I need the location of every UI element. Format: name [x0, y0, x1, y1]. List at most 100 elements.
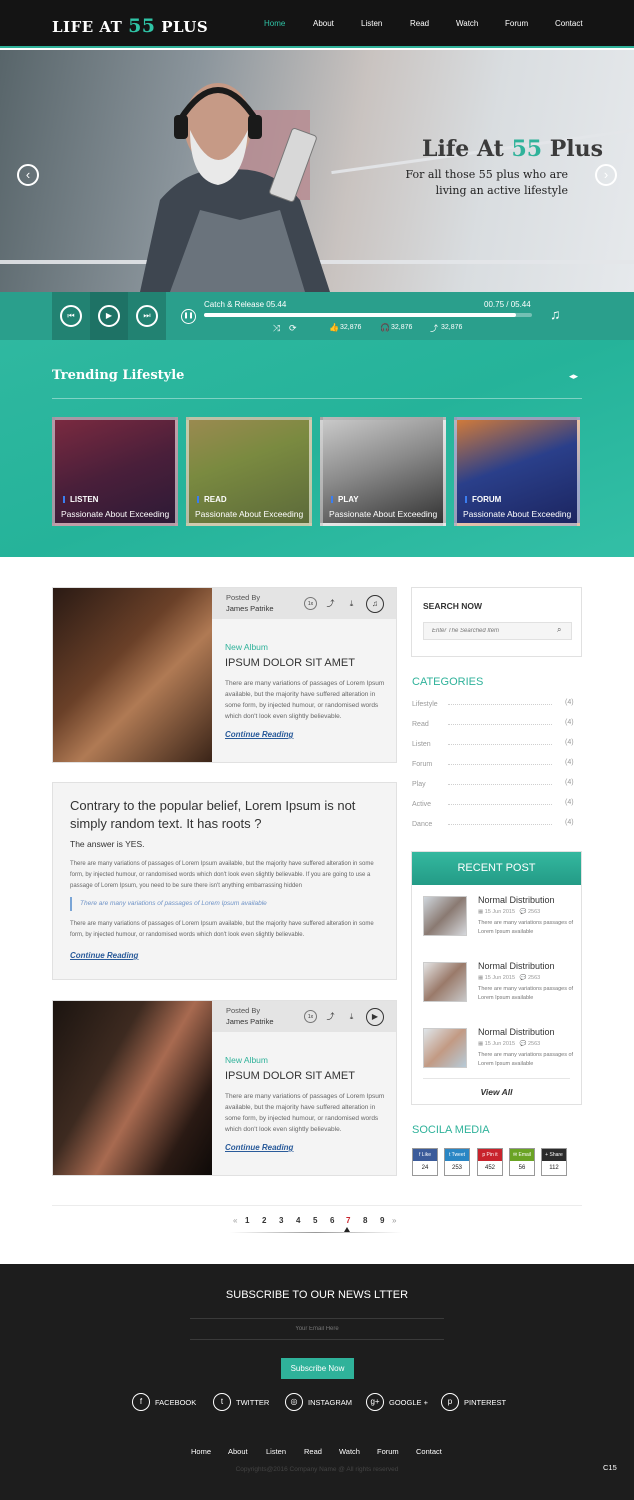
page-1[interactable]: 1 [245, 1216, 249, 1225]
search-input[interactable] [423, 622, 572, 640]
nav-forum[interactable]: Forum [505, 19, 528, 28]
category-read[interactable]: Read [412, 721, 429, 728]
download-icon[interactable]: ⤓ [345, 597, 358, 610]
footer-nav-watch[interactable]: Watch [339, 1447, 360, 1456]
category-play[interactable]: Play [412, 781, 426, 788]
hero-next-arrow-icon[interactable]: › [595, 164, 617, 186]
trend-card-listen[interactable]: LISTEN Passionate About Exceeding [52, 417, 178, 526]
recent-thumb[interactable] [423, 1028, 467, 1068]
share-icon[interactable]: ⤴ [324, 597, 337, 610]
recent-item-title[interactable]: Normal Distribution [478, 961, 555, 971]
recent-comments: 2563 [527, 1041, 541, 1047]
recent-thumb[interactable] [423, 896, 467, 936]
speed-icon[interactable]: 1x [304, 1010, 317, 1023]
trending-arrows-icon[interactable]: ◂▸ [569, 371, 578, 382]
continue-reading-link[interactable]: Continue Reading [70, 951, 138, 960]
tweet-button[interactable]: t Tweet 253 [444, 1148, 470, 1176]
repeat-icon[interactable]: ⟳ [289, 323, 297, 334]
page-6[interactable]: 6 [330, 1216, 334, 1225]
page-8[interactable]: 8 [363, 1216, 367, 1225]
nav-watch[interactable]: Watch [456, 19, 478, 28]
social-label: Share [549, 1152, 563, 1158]
trend-card-read[interactable]: READ Passionate About Exceeding [186, 417, 312, 526]
nav-about[interactable]: About [313, 19, 334, 28]
post-author: James Patrike [226, 604, 274, 613]
prev-track-button[interactable]: ⏮ [52, 292, 90, 340]
category-count: (4) [565, 799, 574, 806]
category-forum[interactable]: Forum [412, 761, 432, 768]
listens-count: 32,876 [391, 324, 413, 331]
category-leader [448, 804, 552, 805]
recent-item-title[interactable]: Normal Distribution [478, 895, 555, 905]
download-icon[interactable]: ⤓ [345, 1010, 358, 1023]
card-subtitle: Passionate About Exceeding [463, 509, 572, 519]
continue-reading-link[interactable]: Continue Reading [225, 1143, 293, 1152]
pin-it-button[interactable]: p Pin it 452 [477, 1148, 503, 1176]
continue-reading-link[interactable]: Continue Reading [225, 730, 293, 739]
page-9[interactable]: 9 [380, 1216, 384, 1225]
category-count: (4) [565, 779, 574, 786]
post-title[interactable]: IPSUM DOLOR SIT AMET [225, 657, 355, 669]
nav-listen[interactable]: Listen [361, 19, 382, 28]
trend-card-forum[interactable]: FORUM Passionate About Exceeding [454, 417, 580, 526]
nav-read[interactable]: Read [410, 19, 429, 28]
page-7-current[interactable]: 7 [346, 1216, 350, 1225]
page-2[interactable]: 2 [262, 1216, 266, 1225]
category-listen[interactable]: Listen [412, 741, 431, 748]
footer-nav-read[interactable]: Read [304, 1447, 322, 1456]
footer-nav-forum[interactable]: Forum [377, 1447, 399, 1456]
music-note-icon[interactable]: ♫ [550, 306, 561, 322]
footer-nav-contact[interactable]: Contact [416, 1447, 442, 1456]
article-paragraph-2: There are many variations of passages of… [70, 921, 374, 938]
share-button[interactable]: + Share 112 [541, 1148, 567, 1176]
category-leader [448, 704, 552, 705]
footer-nav-home[interactable]: Home [191, 1447, 211, 1456]
nav-home[interactable]: Home [264, 19, 285, 28]
subscribe-button[interactable]: Subscribe Now [281, 1358, 354, 1379]
play-icon[interactable]: ▶ [366, 1008, 384, 1026]
category-active[interactable]: Active [412, 801, 431, 808]
speed-icon[interactable]: 1x [304, 597, 317, 610]
instagram-icon: ◎ [285, 1393, 303, 1411]
play-button[interactable]: ▶ [90, 292, 128, 340]
post-title[interactable]: IPSUM DOLOR SIT AMET [225, 1070, 355, 1082]
likes-icon: 👍 [329, 323, 339, 332]
hero-prev-arrow-icon[interactable]: ‹ [17, 164, 39, 186]
recent-thumb[interactable] [423, 962, 467, 1002]
newsletter-email-input[interactable] [190, 1318, 444, 1340]
category-dance[interactable]: Dance [412, 821, 432, 828]
post-category: New Album [225, 1055, 268, 1065]
trend-card-play[interactable]: PLAY Passionate About Exceeding [320, 417, 446, 526]
trending-divider [52, 398, 582, 399]
music-icon[interactable]: ♫ [366, 595, 384, 613]
page-3[interactable]: 3 [279, 1216, 283, 1225]
nav-contact[interactable]: Contact [555, 19, 583, 28]
category-lifestyle[interactable]: Lifestyle [412, 701, 438, 708]
share-icon[interactable]: ⤴ [324, 1010, 337, 1023]
email-button[interactable]: ✉ Email 56 [509, 1148, 535, 1176]
share-icon: ⤴ [430, 324, 438, 333]
next-track-button[interactable]: ⏭ [128, 292, 166, 340]
blog-post-1: Posted By James Patrike 1x ⤴ ⤓ ♫ New Alb… [52, 587, 397, 763]
hero-title-text: Life At [422, 136, 512, 162]
recent-date-text: 15 Jun 2015 [484, 909, 516, 915]
post-body: New Album IPSUM DOLOR SIT AMET There are… [212, 619, 396, 762]
footer-nav-about[interactable]: About [228, 1447, 248, 1456]
view-all-link[interactable]: View All [412, 1087, 581, 1097]
shuffle-icon[interactable]: ⤨ [273, 323, 280, 334]
pagination-prev[interactable]: « [233, 1216, 237, 1225]
pagination-next[interactable]: » [392, 1216, 396, 1225]
recent-date-text: 15 Jun 2015 [484, 1041, 516, 1047]
page-4[interactable]: 4 [296, 1216, 300, 1225]
pagination-underline [230, 1232, 402, 1233]
recent-item-title[interactable]: Normal Distribution [478, 1027, 555, 1037]
page-5[interactable]: 5 [313, 1216, 317, 1225]
progress-bar[interactable] [204, 313, 532, 317]
pause-icon[interactable]: ❚❚ [181, 309, 196, 324]
post-body: New Album IPSUM DOLOR SIT AMET There are… [212, 1032, 396, 1175]
footer-nav-listen[interactable]: Listen [266, 1447, 286, 1456]
search-icon[interactable]: ⌕ [557, 625, 561, 635]
facebook-like-button[interactable]: f Like 24 [412, 1148, 438, 1176]
recent-item-date: ▦ 15 Jun 2015 💬 2563 [478, 1041, 540, 1047]
site-logo[interactable]: LIFE AT 55 PLUS [52, 15, 208, 37]
